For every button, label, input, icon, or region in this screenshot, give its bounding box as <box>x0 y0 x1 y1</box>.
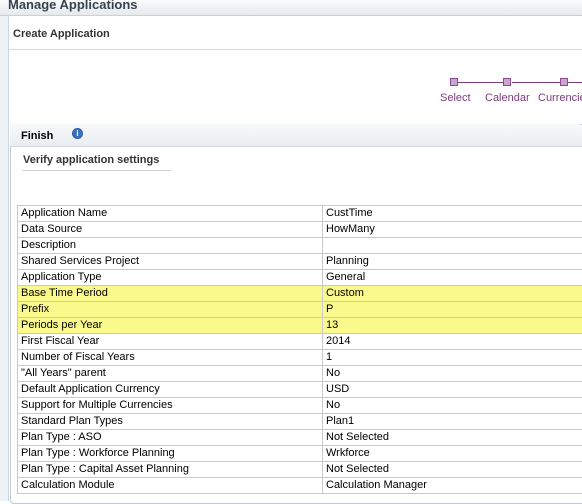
setting-value: P <box>323 302 582 318</box>
setting-value: Not Selected <box>323 462 582 478</box>
table-row: Standard Plan TypesPlan1 <box>18 414 582 430</box>
table-row: Default Application CurrencyUSD <box>18 382 582 398</box>
table-row: Application TypeGeneral <box>18 270 582 286</box>
setting-value: No <box>323 398 582 414</box>
setting-name: Plan Type : Capital Asset Planning <box>18 462 323 478</box>
setting-name: Calculation Module <box>18 478 323 494</box>
train-connector <box>512 82 560 83</box>
setting-value: 13 <box>323 318 582 334</box>
setting-value: General <box>323 270 582 286</box>
setting-name: "All Years" parent <box>18 366 323 382</box>
wizard-train: Select Calendar Currencies <box>440 76 582 110</box>
table-row: Plan Type : Workforce PlanningWrkforce <box>18 446 582 462</box>
table-row: Periods per Year13 <box>18 318 582 334</box>
verify-title: Verify application settings <box>23 154 159 166</box>
setting-value: USD <box>323 382 582 398</box>
train-stop-calendar-icon[interactable] <box>503 78 511 86</box>
setting-name: Standard Plan Types <box>18 414 323 430</box>
train-stop-calendar[interactable]: Calendar <box>485 92 530 104</box>
left-edge <box>0 0 9 501</box>
table-row: "All Years" parentNo <box>18 366 582 382</box>
train-connector <box>458 82 504 83</box>
setting-name: Application Name <box>18 206 323 222</box>
table-row: Description <box>18 238 582 254</box>
setting-value <box>323 238 582 254</box>
setting-value: 1 <box>323 350 582 366</box>
page-title: Manage Applications <box>8 0 138 12</box>
setting-name: Default Application Currency <box>18 382 323 398</box>
setting-value: Wrkforce <box>323 446 582 462</box>
table-row: Number of Fiscal Years1 <box>18 350 582 366</box>
table-row: Application NameCustTime <box>18 206 582 222</box>
setting-value: CustTime <box>323 206 582 222</box>
info-icon[interactable]: i <box>72 128 83 139</box>
table-row: Plan Type : Capital Asset PlanningNot Se… <box>18 462 582 478</box>
setting-name: First Fiscal Year <box>18 334 323 350</box>
finish-panel-header <box>10 124 582 147</box>
finish-title: Finish <box>21 130 53 142</box>
train-stop-select[interactable]: Select <box>440 92 471 104</box>
setting-name: Support for Multiple Currencies <box>18 398 323 414</box>
train-stop-currencies[interactable]: Currencies <box>538 92 582 104</box>
setting-name: Application Type <box>18 270 323 286</box>
table-row: Support for Multiple CurrenciesNo <box>18 398 582 414</box>
section-title: Create Application <box>13 28 110 40</box>
setting-name: Shared Services Project <box>18 254 323 270</box>
setting-value: Custom <box>323 286 582 302</box>
setting-name: Data Source <box>18 222 323 238</box>
table-row: First Fiscal Year2014 <box>18 334 582 350</box>
setting-value: Not Selected <box>323 430 582 446</box>
table-row: Shared Services ProjectPlanning <box>18 254 582 270</box>
table-row: Base Time PeriodCustom <box>18 286 582 302</box>
setting-value: Planning <box>323 254 582 270</box>
setting-name: Plan Type : ASO <box>18 430 323 446</box>
table-row: Plan Type : ASONot Selected <box>18 430 582 446</box>
train-stop-select-icon[interactable] <box>450 78 458 86</box>
setting-name: Plan Type : Workforce Planning <box>18 446 323 462</box>
setting-name: Periods per Year <box>18 318 323 334</box>
table-row: Data SourceHowMany <box>18 222 582 238</box>
table-row: Calculation ModuleCalculation Manager <box>18 478 582 494</box>
setting-value: No <box>323 366 582 382</box>
train-stop-currencies-icon[interactable] <box>560 78 568 86</box>
setting-name: Prefix <box>18 302 323 318</box>
settings-table: Application NameCustTimeData SourceHowMa… <box>17 205 582 494</box>
setting-name: Number of Fiscal Years <box>18 350 323 366</box>
section-divider <box>9 49 582 50</box>
setting-value: Calculation Manager <box>323 478 582 494</box>
setting-name: Description <box>18 238 323 254</box>
setting-value: HowMany <box>323 222 582 238</box>
verify-divider <box>22 170 171 171</box>
setting-name: Base Time Period <box>18 286 323 302</box>
setting-value: Plan1 <box>323 414 582 430</box>
table-row: PrefixP <box>18 302 582 318</box>
train-connector <box>568 82 582 83</box>
setting-value: 2014 <box>323 334 582 350</box>
